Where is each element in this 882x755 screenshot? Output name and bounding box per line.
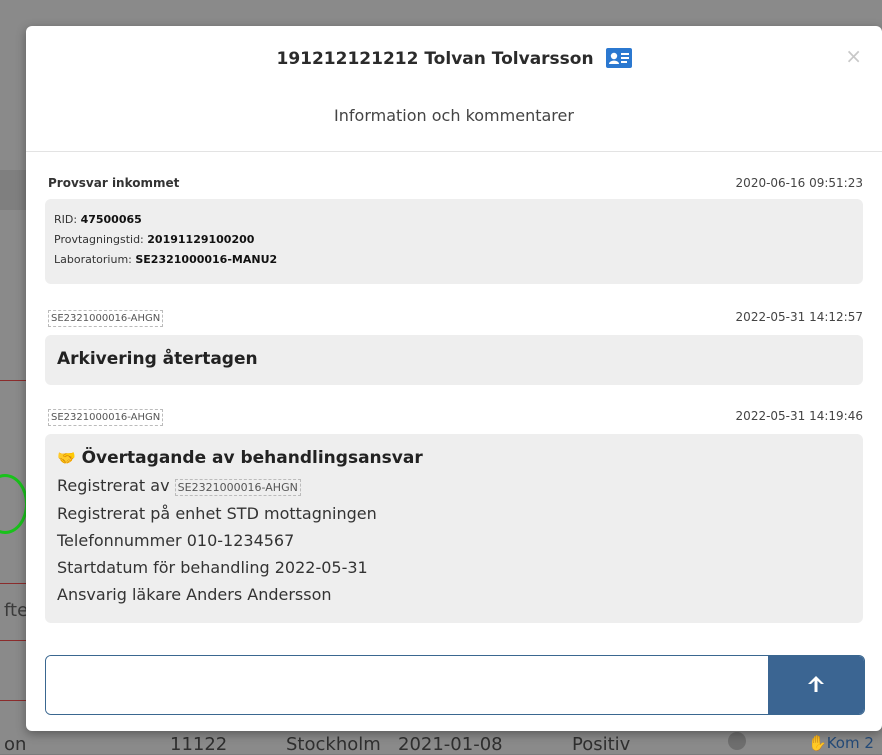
rid-line: RID: 47500065	[54, 213, 142, 226]
doctor-line: Ansvarig läkare Anders Andersson	[57, 585, 332, 604]
comment-composer	[45, 655, 865, 715]
phone-line: Telefonnummer 010-1234567	[57, 531, 295, 550]
send-button[interactable]	[768, 656, 864, 714]
entry-header: SE2321000016-AHGN 2022-05-31 14:12:57	[48, 310, 863, 330]
id-card-icon[interactable]	[605, 48, 632, 73]
background-cell: ✋Kom 2	[808, 734, 874, 752]
entry-label: Provsvar inkommet	[48, 176, 180, 190]
entry-title: Övertagande av behandlingsansvar	[81, 448, 423, 468]
handshake-icon: ✋	[808, 734, 827, 752]
author-tag: SE2321000016-AHGN	[174, 479, 301, 496]
entry-title: Arkivering återtagen	[57, 349, 258, 369]
background-table-row: on 11122 Stockholm 2021-01-08 Positiv ✋K…	[0, 728, 882, 755]
status-dot-icon	[728, 732, 746, 750]
patient-info-modal: 191212121212 Tolvan Tolvarsson × Informa…	[26, 26, 882, 731]
patient-title: 191212121212 Tolvan Tolvarsson	[276, 49, 594, 69]
entry-card-archive: Arkivering återtagen	[45, 335, 863, 385]
entry-header: Provsvar inkommet 2020-06-16 09:51:23	[48, 176, 863, 196]
laboratory-line: Laboratorium: SE2321000016-MANU2	[54, 253, 278, 266]
entry-timestamp: 2020-06-16 09:51:23	[735, 176, 863, 190]
modal-title: 191212121212 Tolvan Tolvarsson	[26, 48, 882, 73]
author-tag: SE2321000016-AHGN	[48, 409, 164, 426]
background-cell: Positiv	[572, 734, 631, 755]
registered-by-line: Registrerat av SE2321000016-AHGN	[57, 476, 301, 496]
modal-header: 191212121212 Tolvan Tolvarsson × Informa…	[26, 26, 882, 152]
background-cell: Stockholm	[286, 734, 381, 755]
entry-card-provsvar: RID: 47500065 Provtagningstid: 201911291…	[45, 199, 863, 284]
background-text: fte	[4, 600, 29, 621]
entry-title-row: 🤝 Övertagande av behandlingsansvar	[57, 448, 423, 468]
arrow-up-icon	[808, 675, 824, 692]
unit-line: Registrerat på enhet STD mottagningen	[57, 504, 377, 523]
entry-timestamp: 2022-05-31 14:19:46	[735, 409, 863, 423]
background-cell: 11122	[170, 734, 228, 755]
entry-header: SE2321000016-AHGN 2022-05-31 14:19:46	[48, 409, 863, 429]
start-date-line: Startdatum för behandling 2022-05-31	[57, 558, 368, 577]
entry-card-takeover: 🤝 Övertagande av behandlingsansvar Regis…	[45, 434, 863, 623]
entry-timestamp: 2022-05-31 14:12:57	[735, 310, 863, 324]
author-tag: SE2321000016-AHGN	[48, 310, 164, 327]
sampling-time-line: Provtagningstid: 20191129100200	[54, 233, 255, 246]
background-cell: on	[4, 734, 27, 755]
close-button[interactable]: ×	[845, 44, 862, 68]
comment-input[interactable]	[46, 656, 768, 714]
modal-subtitle: Information och kommentarer	[334, 106, 574, 125]
background-cell: 2021-01-08	[398, 734, 503, 755]
green-annotation-circle	[0, 474, 28, 534]
handshake-icon: 🤝	[57, 449, 76, 467]
